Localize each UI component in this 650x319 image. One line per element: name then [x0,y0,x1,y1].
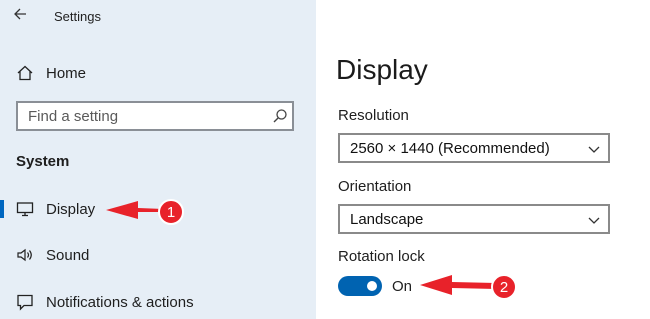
home-label: Home [46,64,87,82]
section-title-system: System [16,153,70,170]
orientation-label: Orientation [338,178,412,195]
annotation-arrow-2 [420,275,496,295]
monitor-icon [16,202,34,217]
rotation-lock-state: On [392,278,413,295]
rotation-lock-toggle[interactable] [338,276,382,296]
resolution-dropdown[interactable]: 2560 × 1440 (Recommended) [338,133,610,163]
orientation-dropdown[interactable]: Landscape [338,204,610,234]
chevron-down-icon [588,217,600,224]
search-input[interactable] [18,103,268,129]
resolution-label: Resolution [338,107,409,124]
page-title: Display [336,54,428,85]
resolution-value: 2560 × 1440 (Recommended) [350,140,550,157]
home-icon [17,65,33,81]
sidebar-item-sound[interactable]: Sound [0,238,316,272]
toggle-knob [367,281,377,291]
sidebar: Settings Home System Display Sound Not [0,0,316,319]
search-icon[interactable] [272,108,288,124]
chevron-down-icon [588,146,600,153]
annotation-badge-2: 2 [491,274,517,300]
back-button[interactable] [10,4,32,24]
window-title: Settings [54,9,101,24]
sidebar-item-label: Sound [46,246,90,264]
home-link[interactable]: Home [16,60,86,86]
sidebar-item-label: Notifications & actions [46,293,194,311]
speaker-icon [17,248,32,262]
sidebar-item-display[interactable]: Display [0,192,316,226]
orientation-value: Landscape [350,211,424,228]
search-box[interactable] [16,101,294,131]
sidebar-item-label: Display [46,200,96,218]
sidebar-item-notifications[interactable]: Notifications & actions [0,285,316,319]
notification-icon [17,294,33,311]
rotation-lock-label: Rotation lock [338,248,425,265]
back-arrow-icon [14,8,26,20]
annotation-number: 2 [500,279,508,296]
